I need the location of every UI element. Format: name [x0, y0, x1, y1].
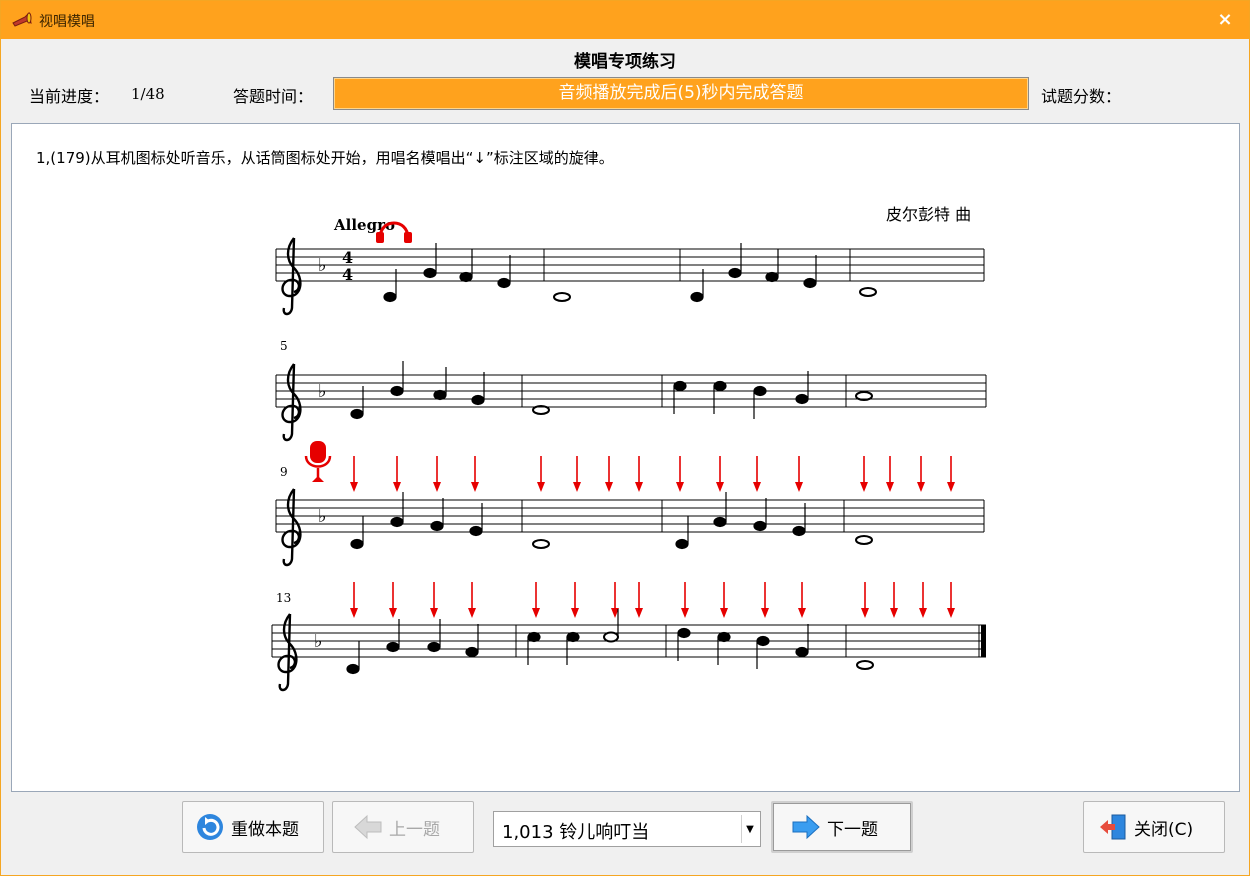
measure-number: 9: [280, 465, 288, 479]
title-bar[interactable]: 视唱模唱 ×: [1, 1, 1249, 39]
close-label: 关闭(C): [1134, 819, 1194, 840]
progress-value: 1/48: [131, 85, 165, 103]
redo-label: 重做本题: [231, 819, 299, 840]
composer-credit: 皮尔彭特 曲: [886, 205, 971, 224]
answer-time-indicator: 音频播放完成后(5)秒内完成答题: [333, 77, 1029, 110]
staff-system-3: 9 ♭: [275, 441, 985, 567]
next-label: 下一题: [827, 819, 878, 840]
previous-question-button[interactable]: 上一题: [332, 801, 474, 853]
arrow-markers-row-4: [349, 581, 956, 619]
staff-system-4: 13 ♭: [271, 581, 986, 692]
redo-question-button[interactable]: 重做本题: [182, 801, 324, 853]
measure-number: 13: [276, 591, 291, 605]
song-select-value: 1,013 铃儿响叮当: [502, 822, 650, 843]
exit-door-icon: [1100, 814, 1126, 840]
previous-label: 上一题: [389, 819, 440, 840]
song-select[interactable]: 1,013 铃儿响叮当 ▼: [493, 811, 761, 847]
svg-text:♭: ♭: [318, 506, 327, 527]
app-window: 视唱模唱 × 模唱专项练习 当前进度： 1/48 答题时间： 音频播放完成后(5…: [0, 0, 1250, 876]
next-question-button[interactable]: 下一题: [771, 801, 913, 853]
measure-number: 5: [280, 339, 288, 353]
svg-text:♭: ♭: [318, 381, 327, 402]
answer-time-label: 答题时间：: [233, 87, 314, 106]
page-title: 模唱专项练习: [574, 52, 676, 72]
arrow-left-icon: [354, 814, 382, 840]
svg-text:♭: ♭: [318, 255, 327, 276]
score-label: 试题分数：: [1041, 87, 1122, 106]
microphone-icon[interactable]: [304, 441, 332, 482]
arrow-markers-row-3: [349, 455, 956, 493]
svg-text:♭: ♭: [314, 631, 323, 652]
redo-icon: [197, 814, 223, 840]
sheet-music: Allegro 皮尔彭特 曲 ♭ 4 4 5 ♭ 9 ♭ 13 ♭: [271, 205, 987, 692]
close-button[interactable]: 关闭(C): [1083, 801, 1225, 853]
arrow-right-icon: [792, 814, 820, 840]
question-panel: 1,(179)从耳机图标处听音乐，从话筒图标处开始，用唱名模唱出“↓”标注区域的…: [11, 123, 1240, 792]
trumpet-icon: [12, 11, 32, 27]
time-signature-bottom: 4: [342, 265, 353, 284]
question-text: 1,(179)从耳机图标处听音乐，从话筒图标处开始，用唱名模唱出“↓”标注区域的…: [36, 149, 614, 167]
chevron-down-icon[interactable]: ▼: [741, 815, 758, 843]
progress-label: 当前进度：: [29, 87, 110, 106]
close-window-button[interactable]: ×: [1215, 10, 1235, 30]
window-title: 视唱模唱: [39, 14, 95, 30]
staff-system-1: Allegro 皮尔彭特 曲 ♭ 4 4: [275, 205, 985, 316]
staff-system-2: 5 ♭: [275, 339, 987, 442]
